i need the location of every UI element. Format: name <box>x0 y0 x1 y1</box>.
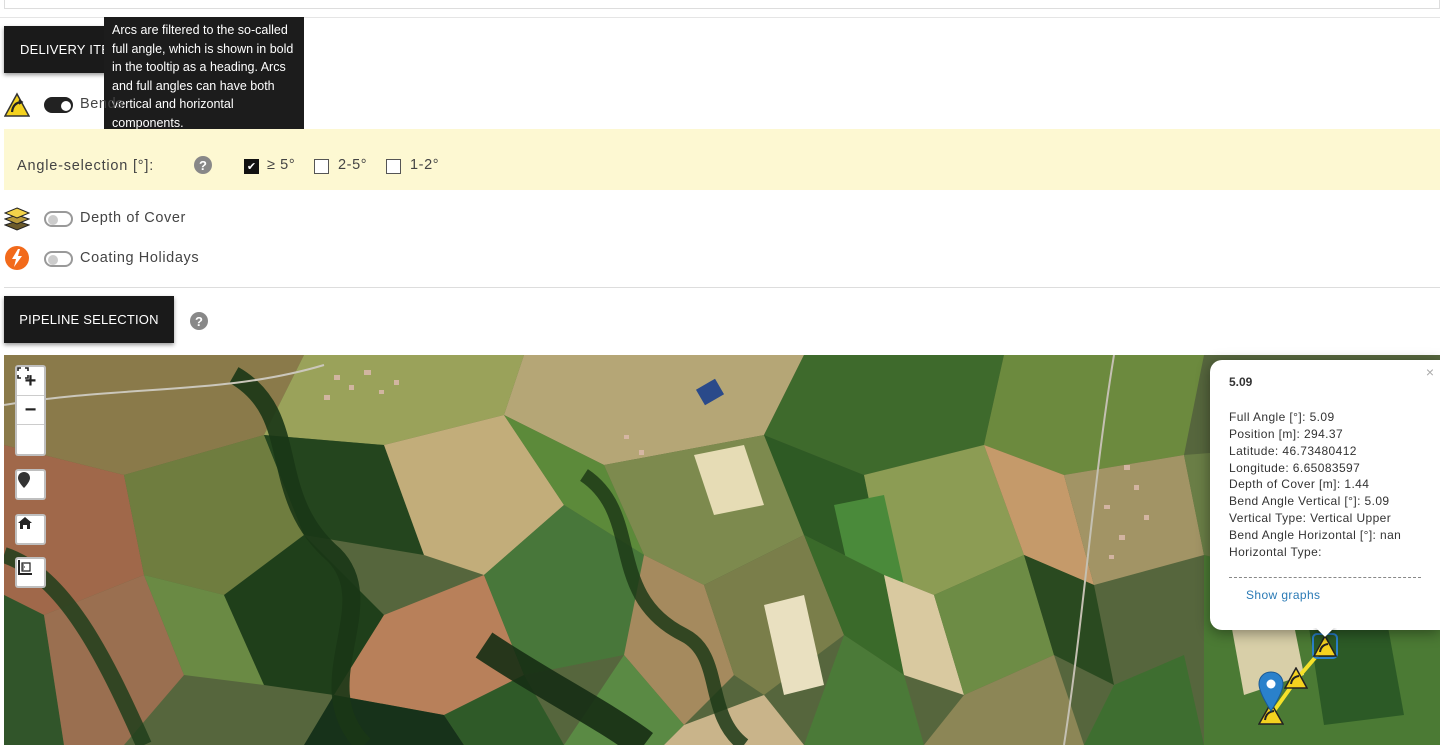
map-marker-icon <box>18 472 30 488</box>
angle-checkbox-2-5[interactable] <box>314 159 329 174</box>
popup-line: Bend Angle Horizontal [°]: nan <box>1229 528 1402 542</box>
popup-line: Longitude: 6.65083597 <box>1229 461 1361 475</box>
popup-tip <box>1313 628 1337 642</box>
popup-line: Bend Angle Vertical [°]: 5.09 <box>1229 494 1390 508</box>
popup-line: Horizontal Type: <box>1229 545 1322 559</box>
popup-line: Depth of Cover [m]: 1.44 <box>1229 477 1370 491</box>
popup-line: Full Angle [°]: 5.09 <box>1229 410 1335 424</box>
angle-selection-panel: Angle-selection [°]: ? ✔ ≥ 5° 2-5° 1-2° <box>4 129 1440 190</box>
bend-info-popup: × 5.09 Full Angle [°]: 5.09 Position [m]… <box>1210 360 1440 630</box>
layer-row-depth-of-cover: Depth of Cover <box>4 204 185 232</box>
angle-selection-title: Angle-selection [°]: <box>17 158 155 174</box>
section-divider <box>4 287 1440 288</box>
fullscreen-icon <box>17 367 29 379</box>
angle-option-label: ≥ 5° <box>267 157 296 173</box>
layers-icon <box>4 205 30 231</box>
show-graphs-link[interactable]: Show graphs <box>1246 588 1320 602</box>
bends-label: Bends <box>80 96 125 112</box>
zoom-control: + − <box>15 365 46 456</box>
measure-button[interactable] <box>15 557 46 588</box>
depth-of-cover-toggle[interactable] <box>44 211 73 227</box>
coating-holidays-label: Coating Holidays <box>80 250 200 266</box>
home-button[interactable] <box>15 514 46 545</box>
bend-marker-icon[interactable] <box>1284 667 1308 689</box>
popup-close-button[interactable]: × <box>1426 364 1434 380</box>
top-bar <box>4 0 1440 9</box>
layer-row-bends: Bends <box>4 91 124 119</box>
bends-toggle[interactable] <box>44 97 73 113</box>
depth-of-cover-label: Depth of Cover <box>80 210 186 226</box>
angle-checkbox-ge5[interactable]: ✔ <box>244 159 259 174</box>
angle-checkbox-1-2[interactable] <box>386 159 401 174</box>
map-marker-pin-icon[interactable] <box>1258 671 1284 713</box>
popup-line: Latitude: 46.73480412 <box>1229 444 1357 458</box>
pipeline-selection-button[interactable]: PIPELINE SELECTION <box>4 296 174 343</box>
lightning-icon <box>4 245 30 271</box>
ruler-icon <box>18 560 32 575</box>
angle-option-label: 2-5° <box>338 157 368 173</box>
popup-separator <box>1229 577 1421 578</box>
zoom-out-button[interactable]: − <box>17 396 44 425</box>
angle-help-icon[interactable]: ? <box>194 156 212 174</box>
pipeline-help-icon[interactable]: ? <box>190 312 208 330</box>
popup-title: 5.09 <box>1229 375 1253 389</box>
bend-warning-icon <box>4 92 30 118</box>
coating-holidays-toggle[interactable] <box>44 251 73 267</box>
locate-button[interactable] <box>15 469 46 500</box>
layer-row-coating-holidays: Coating Holidays <box>4 244 199 272</box>
home-icon <box>18 517 32 529</box>
popup-line: Vertical Type: Vertical Upper <box>1229 511 1392 525</box>
fullscreen-button[interactable] <box>17 367 44 454</box>
popup-line: Position [m]: 294.37 <box>1229 427 1344 441</box>
angle-option-label: 1-2° <box>410 157 440 173</box>
